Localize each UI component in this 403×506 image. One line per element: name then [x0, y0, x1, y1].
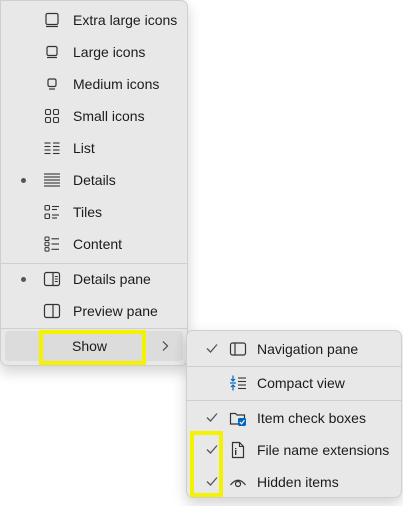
menu-item-label: Preview pane	[73, 303, 158, 319]
submenu-item-hidden-items[interactable]: Hidden items	[191, 467, 397, 497]
show-submenu: Navigation pane Compact view Item check …	[186, 330, 402, 498]
menu-item-details[interactable]: Details	[5, 165, 183, 195]
submenu-item-label: Item check boxes	[257, 410, 366, 426]
menu-item-label: Extra large icons	[73, 12, 178, 28]
list-icon	[44, 142, 60, 155]
submenu-separator	[187, 400, 401, 401]
menu-item-label: List	[73, 140, 95, 156]
menu-item-large-icons[interactable]: Large icons	[5, 37, 183, 67]
menu-item-small-icons[interactable]: Small icons	[5, 101, 183, 131]
item-check-boxes-icon	[229, 412, 246, 426]
submenu-item-navigation-pane[interactable]: Navigation pane	[191, 334, 397, 364]
submenu-item-compact-view[interactable]: Compact view	[191, 368, 397, 398]
extra-large-icons-icon	[45, 12, 59, 28]
submenu-item-label: Compact view	[257, 375, 345, 391]
submenu-item-label: Navigation pane	[257, 341, 359, 357]
menu-item-label: Tiles	[73, 204, 103, 220]
menu-item-preview-pane[interactable]: Preview pane	[5, 296, 183, 326]
checkmark-icon	[206, 413, 218, 422]
menu-item-label: Details pane	[73, 271, 151, 287]
menu-item-show[interactable]: Show	[5, 331, 183, 361]
selected-bullet-icon	[21, 276, 26, 282]
menu-item-details-pane[interactable]: Details pane	[5, 264, 183, 294]
menu-item-label: Details	[73, 172, 116, 188]
submenu-separator	[187, 366, 401, 367]
menu-item-label: Medium icons	[73, 76, 160, 92]
checkmark-icon	[206, 477, 218, 486]
compact-view-icon	[230, 375, 246, 391]
menu-item-medium-icons[interactable]: Medium icons	[5, 69, 183, 99]
submenu-item-file-name-extensions[interactable]: File name extensions	[191, 435, 397, 465]
submenu-item-label: File name extensions	[257, 442, 390, 458]
menu-item-label: Small icons	[73, 108, 145, 124]
small-icons-icon	[44, 108, 60, 124]
details-icon	[44, 173, 60, 187]
menu-item-label: Large icons	[73, 44, 146, 60]
content-icon	[44, 236, 59, 252]
file-name-extensions-icon	[231, 441, 245, 459]
menu-item-content[interactable]: Content	[5, 229, 183, 259]
menu-item-label: Show	[72, 338, 108, 354]
checkmark-icon	[206, 344, 218, 353]
preview-pane-icon	[43, 303, 61, 319]
navigation-pane-icon	[229, 342, 247, 356]
medium-icons-icon	[47, 78, 57, 90]
menu-item-tiles[interactable]: Tiles	[5, 197, 183, 227]
hidden-items-icon	[230, 479, 246, 488]
details-pane-icon	[43, 271, 61, 287]
menu-item-list[interactable]: List	[5, 133, 183, 163]
menu-separator	[1, 328, 187, 329]
submenu-item-label: Hidden items	[257, 474, 339, 490]
selected-bullet-icon	[21, 177, 26, 183]
view-menu: Extra large icons Large icons Medium ico…	[0, 0, 188, 366]
tiles-icon	[44, 204, 59, 220]
menu-item-extra-large-icons[interactable]: Extra large icons	[5, 5, 183, 35]
large-icons-icon	[46, 45, 58, 59]
chevron-right-icon	[162, 341, 169, 351]
menu-item-label: Content	[73, 236, 123, 252]
submenu-item-item-check-boxes[interactable]: Item check boxes	[191, 403, 397, 433]
checkmark-icon	[206, 445, 218, 454]
